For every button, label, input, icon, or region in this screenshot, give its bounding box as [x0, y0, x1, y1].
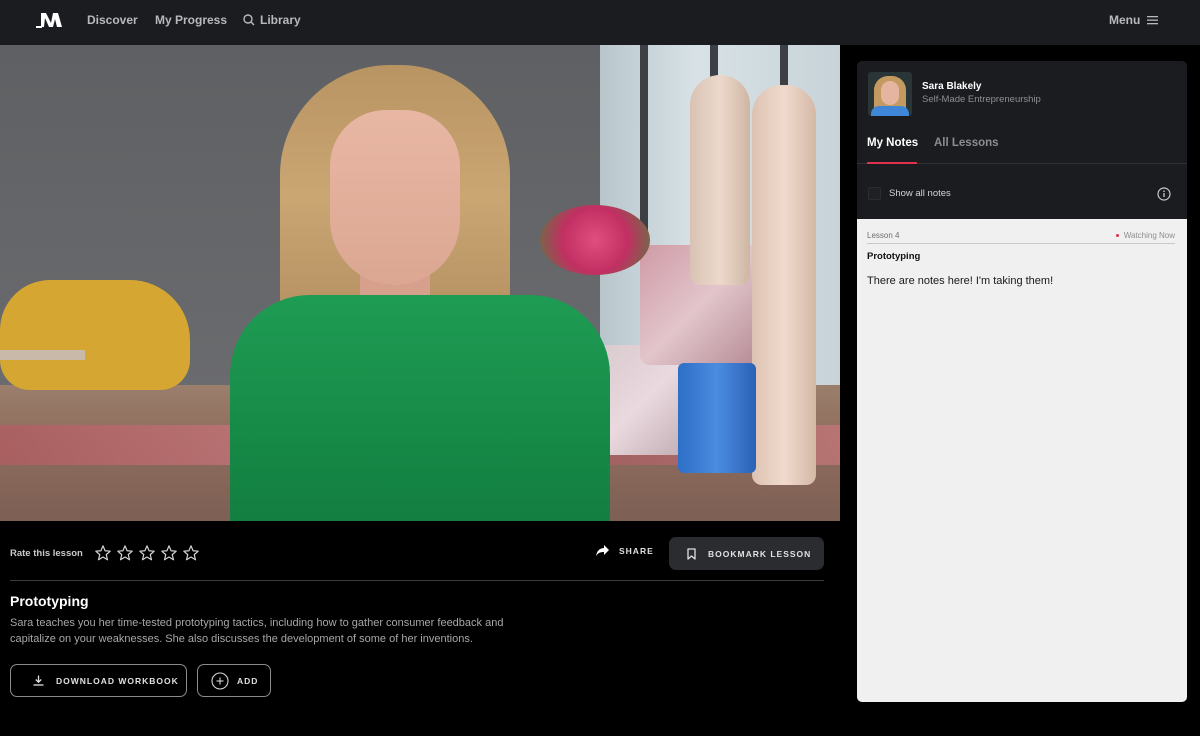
notes-body: Lesson 4 Watching Now Prototyping There …	[857, 219, 1187, 702]
share-button[interactable]: SHARE	[596, 545, 654, 556]
menu-label: Menu	[1109, 13, 1141, 27]
hamburger-icon	[1147, 16, 1159, 25]
avatar-face	[881, 81, 899, 105]
note-lesson-number: Lesson 4	[867, 231, 900, 240]
watching-now-status: Watching Now	[1115, 231, 1175, 240]
info-icon[interactable]	[1157, 187, 1171, 201]
note-text[interactable]: There are notes here! I'm taking them!	[867, 275, 1053, 287]
avatar-shirt	[871, 106, 909, 116]
active-tab-indicator	[867, 162, 917, 164]
download-workbook-button[interactable]: DOWNLOAD WORKBOOK	[10, 664, 187, 697]
instructor-face	[330, 110, 460, 285]
instructor-shirt	[230, 295, 610, 521]
add-label: ADD	[237, 675, 259, 686]
plus-circle-icon	[211, 671, 229, 690]
instructor-avatar	[868, 72, 912, 116]
download-icon	[33, 675, 44, 686]
star-icon-5[interactable]	[182, 544, 200, 562]
course-name: Self-Made Entrepreneurship	[922, 94, 1041, 105]
share-icon	[596, 545, 609, 556]
add-button[interactable]: ADD	[197, 664, 271, 697]
tab-my-notes[interactable]: My Notes	[867, 137, 918, 149]
masterclass-logo[interactable]	[36, 11, 66, 29]
instructor-name: Sara Blakely	[922, 81, 982, 92]
lesson-title: Prototyping	[10, 593, 89, 609]
divider	[10, 580, 824, 581]
bookmark-lesson-button[interactable]: BOOKMARK LESSON	[669, 537, 824, 570]
top-nav: Discover My Progress Library Menu	[0, 0, 1200, 45]
bookmark-label: BOOKMARK LESSON	[708, 548, 812, 559]
star-icon-3[interactable]	[138, 544, 156, 562]
video-scene-table	[0, 350, 85, 360]
rate-lesson-label: Rate this lesson	[10, 548, 83, 559]
video-scene-mannequin	[752, 85, 816, 485]
show-all-notes-checkbox[interactable]	[868, 187, 881, 200]
live-dot-icon	[1115, 234, 1119, 237]
lesson-description: Sara teaches you her time-tested prototy…	[10, 617, 504, 645]
star-rating[interactable]	[94, 544, 200, 562]
nav-discover[interactable]: Discover	[87, 13, 138, 27]
video-scene-mannequin	[690, 75, 750, 285]
video-scene-stool	[678, 363, 756, 473]
star-icon-1[interactable]	[94, 544, 112, 562]
nav-library-label: Library	[260, 13, 301, 27]
panel-tabs: My Notes All Lessons	[857, 131, 1187, 164]
search-icon	[243, 14, 255, 26]
note-lesson-title: Prototyping	[867, 251, 921, 262]
notes-panel: Sara Blakely Self-Made Entrepreneurship …	[857, 61, 1187, 702]
video-player[interactable]	[0, 45, 840, 521]
show-all-notes-label: Show all notes	[889, 188, 951, 199]
menu-button[interactable]: Menu	[1109, 13, 1159, 27]
video-instructor	[230, 65, 610, 521]
tab-all-lessons[interactable]: All Lessons	[934, 137, 999, 149]
video-scene-chair	[0, 280, 190, 390]
download-workbook-label: DOWNLOAD WORKBOOK	[56, 675, 179, 686]
watching-now-label: Watching Now	[1123, 231, 1175, 240]
star-icon-4[interactable]	[160, 544, 178, 562]
note-header: Lesson 4 Watching Now	[867, 231, 1175, 244]
nav-library[interactable]: Library	[243, 13, 301, 27]
show-all-notes-toggle[interactable]: Show all notes	[868, 187, 951, 200]
share-label: SHARE	[619, 545, 654, 556]
bookmark-icon	[687, 547, 696, 560]
star-icon-2[interactable]	[116, 544, 134, 562]
nav-my-progress[interactable]: My Progress	[155, 13, 227, 27]
